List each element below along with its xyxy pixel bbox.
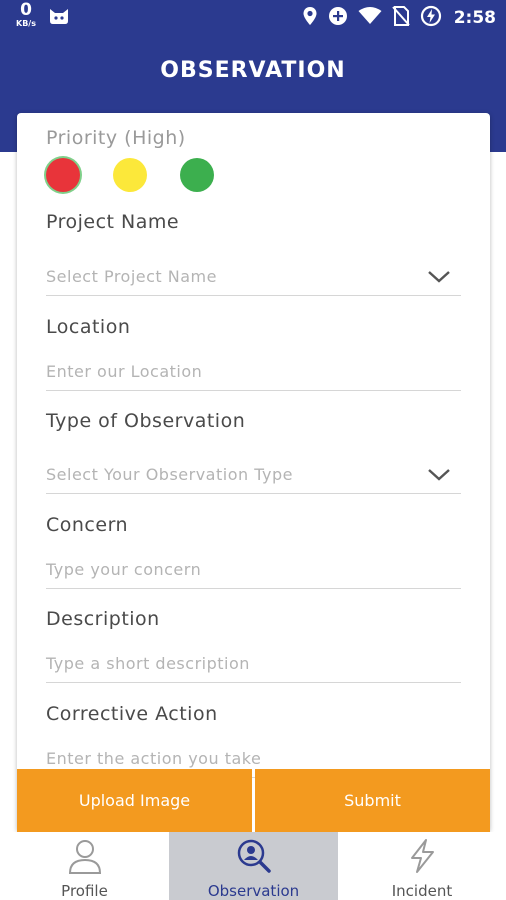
battery-saver-icon <box>420 5 442 31</box>
clock-time: 2:58 <box>453 8 496 28</box>
concern-placeholder: Type your concern <box>46 560 202 579</box>
status-bar: 0 KB/s 2:58 <box>0 0 506 36</box>
priority-red-option[interactable] <box>46 158 80 192</box>
description-placeholder: Type a short description <box>46 654 250 673</box>
person-icon <box>67 832 103 878</box>
concern-input[interactable]: Type your concern <box>46 554 461 589</box>
cat-icon <box>48 7 70 29</box>
project-name-placeholder: Select Project Name <box>46 267 217 286</box>
form-actions: Upload Image Submit <box>17 769 490 832</box>
location-label: Location <box>46 316 131 338</box>
priority-green-option[interactable] <box>180 158 214 192</box>
priority-yellow-option[interactable] <box>113 158 147 192</box>
submit-button[interactable]: Submit <box>255 769 490 832</box>
nav-item-observation[interactable]: Observation <box>169 832 338 900</box>
network-speed-unit: KB/s <box>16 19 36 28</box>
chevron-down-icon <box>427 467 451 486</box>
location-input[interactable]: Enter our Location <box>46 356 461 391</box>
chevron-down-icon <box>427 269 451 288</box>
corrective-action-placeholder: Enter the action you take <box>46 749 262 768</box>
description-label: Description <box>46 608 160 630</box>
nav-label-profile: Profile <box>61 882 108 900</box>
lightning-icon <box>404 832 440 878</box>
status-icons: 2:58 <box>302 5 496 31</box>
concern-label: Concern <box>46 514 129 536</box>
location-placeholder: Enter our Location <box>46 362 203 381</box>
nav-label-incident: Incident <box>391 882 453 900</box>
observation-type-label: Type of Observation <box>46 410 246 432</box>
network-speed: 0 KB/s <box>12 2 40 28</box>
observation-type-placeholder: Select Your Observation Type <box>46 465 293 484</box>
page-title: OBSERVATION <box>160 58 346 83</box>
priority-label: Priority (High) <box>46 127 186 149</box>
nav-item-profile[interactable]: Profile <box>0 832 169 900</box>
corrective-action-label: Corrective Action <box>46 703 218 725</box>
location-pin-icon <box>302 6 318 30</box>
network-speed-value: 0 <box>20 0 32 20</box>
nav-label-observation: Observation <box>207 882 300 900</box>
person-search-icon <box>236 832 272 878</box>
wifi-icon <box>358 7 382 29</box>
description-input[interactable]: Type a short description <box>46 648 461 683</box>
observation-type-dropdown[interactable]: Select Your Observation Type <box>46 459 461 494</box>
project-name-label: Project Name <box>46 211 180 233</box>
nav-item-incident[interactable]: Incident <box>338 832 506 900</box>
data-saver-icon <box>328 6 348 30</box>
bottom-navigation: Profile Observation Incident <box>0 832 506 900</box>
no-sim-icon <box>391 6 410 30</box>
observation-form-card: Priority (High) Project Name Select Proj… <box>17 113 490 832</box>
project-name-dropdown[interactable]: Select Project Name <box>46 261 461 296</box>
upload-image-button[interactable]: Upload Image <box>17 769 252 832</box>
